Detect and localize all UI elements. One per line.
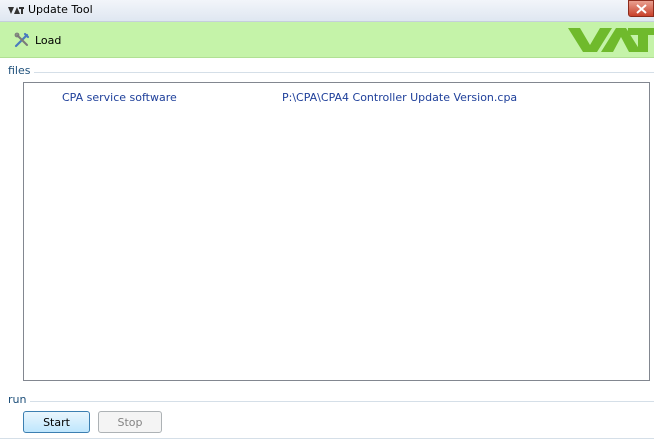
list-item[interactable]: CPA service software P:\CPA\CPA4 Control… [24, 89, 649, 105]
start-button[interactable]: Start [23, 411, 90, 433]
files-group-line [8, 72, 654, 73]
bottom-divider [0, 438, 654, 439]
load-button[interactable]: Load [14, 30, 61, 50]
vat-app-icon [8, 7, 24, 14]
files-list[interactable]: CPA service software P:\CPA\CPA4 Control… [23, 82, 650, 381]
load-button-label: Load [35, 33, 62, 47]
stop-button-label: Stop [117, 415, 143, 429]
start-button-label: Start [43, 415, 70, 429]
file-name: CPA service software [62, 91, 177, 104]
files-group-label: files [8, 64, 35, 77]
title-bar: Update Tool [0, 0, 654, 22]
close-icon [636, 4, 647, 14]
vat-logo [568, 28, 654, 52]
file-path: P:\CPA\CPA4 Controller Update Version.cp… [282, 91, 518, 104]
window-title: Update Tool [28, 3, 93, 16]
load-tools-icon [14, 32, 30, 48]
toolbar: Load [0, 22, 654, 58]
stop-button[interactable]: Stop [98, 411, 162, 433]
close-button[interactable] [628, 0, 654, 17]
run-group-label: run [8, 393, 31, 406]
run-group-line [8, 401, 654, 402]
